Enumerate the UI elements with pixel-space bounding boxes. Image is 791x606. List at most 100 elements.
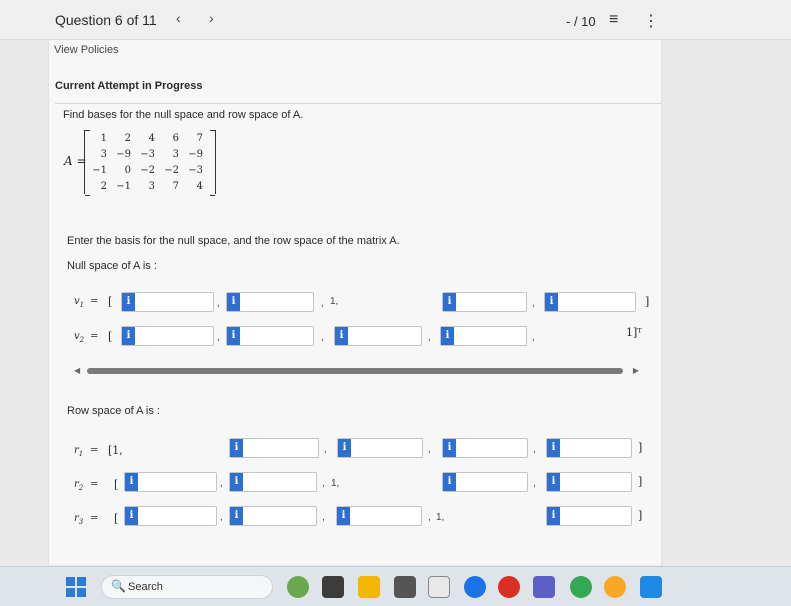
r1-entry-4-input[interactable]: i <box>442 438 528 458</box>
matrix-cell: −1 <box>116 180 131 192</box>
opera-browser-icon[interactable] <box>498 576 520 598</box>
question-title: Question 6 of 11 <box>55 12 157 28</box>
info-icon[interactable]: i <box>125 473 138 491</box>
r1-entry-2-input[interactable]: i <box>229 438 319 458</box>
info-icon[interactable]: i <box>547 473 560 491</box>
r2-entry-1-input[interactable]: i <box>124 472 217 492</box>
scrollbar-thumb[interactable] <box>87 368 623 374</box>
comma: , <box>533 478 536 489</box>
v1-entry-4-input[interactable]: i <box>442 292 527 312</box>
info-icon[interactable]: i <box>227 293 240 311</box>
info-icon[interactable]: i <box>122 293 135 311</box>
r3-label: r3 <box>74 513 84 526</box>
info-icon[interactable]: i <box>547 507 560 525</box>
file-explorer-icon[interactable] <box>358 576 380 598</box>
comma: , <box>217 332 220 343</box>
matrix-row: 1 2 4 6 7 <box>85 130 215 146</box>
comma: , <box>428 444 431 455</box>
comma: , <box>428 332 431 343</box>
matrix-cell: 7 <box>172 180 179 192</box>
v1-entry-2-input[interactable]: i <box>226 292 314 312</box>
v2-equals: = <box>90 331 99 342</box>
info-icon[interactable]: i <box>443 439 456 457</box>
r1-entry-3-input[interactable]: i <box>337 438 423 458</box>
row-space-label: Row space of A is : <box>67 405 160 417</box>
more-options-icon[interactable]: ⋮ <box>643 11 659 31</box>
v2-entry-1-input[interactable]: i <box>121 326 214 346</box>
horizontal-scrollbar[interactable]: ◀ ▶ <box>74 366 639 376</box>
comma: , <box>533 444 536 455</box>
r2-entry-2-input[interactable]: i <box>229 472 317 492</box>
r2-entry-4-input[interactable]: i <box>442 472 528 492</box>
matrix-cell: 7 <box>196 132 203 144</box>
edge-browser-icon[interactable] <box>464 576 486 598</box>
info-icon[interactable]: i <box>443 293 456 311</box>
prev-question-icon[interactable]: ‹ <box>176 10 181 26</box>
info-icon[interactable]: i <box>547 439 560 457</box>
r3-entry-5-input[interactable]: i <box>546 506 632 526</box>
question-list-icon[interactable]: ≡ <box>609 11 618 29</box>
info-icon[interactable]: i <box>122 327 135 345</box>
r1-entry-5-input[interactable]: i <box>546 438 632 458</box>
v1-entry-1-input[interactable]: i <box>121 292 214 312</box>
r3-entry-2-input[interactable]: i <box>229 506 317 526</box>
app-icon[interactable] <box>394 576 416 598</box>
app-icon[interactable] <box>604 576 626 598</box>
info-icon[interactable]: i <box>337 507 350 525</box>
v1-open-bracket: [ <box>108 295 113 308</box>
info-icon[interactable]: i <box>227 327 240 345</box>
matrix-cell: −2 <box>140 164 155 176</box>
windows-start-icon[interactable] <box>66 577 86 597</box>
info-icon[interactable]: i <box>338 439 351 457</box>
scroll-left-icon[interactable]: ◀ <box>74 366 80 375</box>
r3-entry-1-input[interactable]: i <box>124 506 217 526</box>
chrome-browser-icon[interactable] <box>570 576 592 598</box>
taskbar-search-input[interactable]: 🔍 Search <box>101 575 273 599</box>
view-policies-link[interactable]: View Policies <box>54 44 119 56</box>
widgets-icon[interactable] <box>287 576 309 598</box>
info-icon[interactable]: i <box>230 473 243 491</box>
v1-label: v1 <box>74 296 85 309</box>
info-icon[interactable]: i <box>125 507 138 525</box>
info-icon[interactable]: i <box>441 327 454 345</box>
question-header: Question 6 of 11 ‹ › - / 10 ≡ ⋮ <box>0 0 791 40</box>
matrix-cell: 2 <box>124 132 131 144</box>
comma: , <box>322 512 325 523</box>
r3-open-bracket: [ <box>114 512 119 525</box>
info-icon[interactable]: i <box>545 293 558 311</box>
matrix-row: 3 −9 −3 3 −9 <box>85 146 215 162</box>
info-icon[interactable]: i <box>443 473 456 491</box>
info-icon[interactable]: i <box>335 327 348 345</box>
matrix-a: 1 2 4 6 7 3 −9 −3 3 −9 −1 0 −2 −2 −3 2 −… <box>84 130 216 196</box>
v1-equals: = <box>90 296 99 307</box>
r2-close-bracket: ] <box>638 475 643 488</box>
r2-entry-5-input[interactable]: i <box>546 472 632 492</box>
info-icon[interactable]: i <box>230 507 243 525</box>
r1-label: r1 <box>74 445 84 458</box>
v1-fixed-entry: 1, <box>330 296 339 307</box>
v2-entry-2-input[interactable]: i <box>226 326 314 346</box>
score-display: - / 10 <box>566 14 596 29</box>
r3-entry-3-input[interactable]: i <box>336 506 422 526</box>
app-icon[interactable] <box>428 576 450 598</box>
r1-open-bracket: [1, <box>108 444 123 457</box>
info-icon[interactable]: i <box>230 439 243 457</box>
instruction-text: Enter the basis for the null space, and … <box>67 235 400 247</box>
r2-fixed-entry: 1, <box>331 478 340 489</box>
next-question-icon[interactable]: › <box>209 10 214 26</box>
matrix-cell: −9 <box>116 148 131 160</box>
matrix-cell: −3 <box>140 148 155 160</box>
teams-icon[interactable] <box>533 576 555 598</box>
matrix-cell: 0 <box>124 164 131 176</box>
matrix-cell: −2 <box>164 164 179 176</box>
v2-entry-3-input[interactable]: i <box>334 326 422 346</box>
app-icon[interactable] <box>322 576 344 598</box>
app-icon[interactable] <box>640 576 662 598</box>
v2-fixed-close: 1]ᵀ <box>626 326 642 339</box>
scroll-right-icon[interactable]: ▶ <box>633 366 639 375</box>
v2-entry-4-input[interactable]: i <box>440 326 527 346</box>
null-space-label: Null space of A is : <box>67 260 157 272</box>
v1-entry-5-input[interactable]: i <box>544 292 636 312</box>
comma: , <box>428 512 431 523</box>
r2-open-bracket: [ <box>114 478 119 491</box>
